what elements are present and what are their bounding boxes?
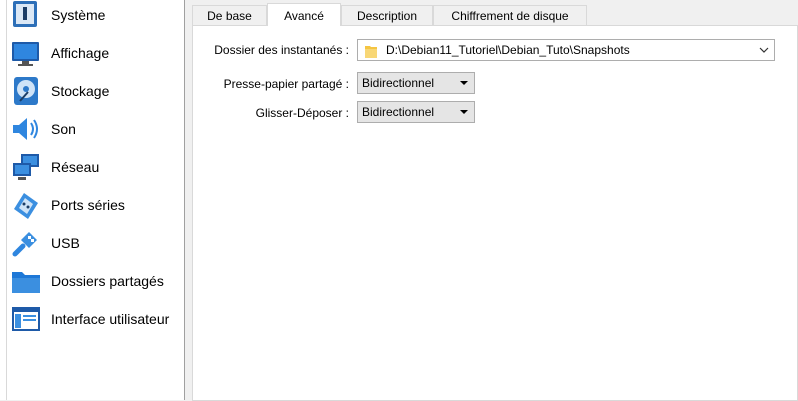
tab-label: Chiffrement de disque: [451, 9, 569, 23]
shared-clipboard-select[interactable]: Bidirectionnel: [357, 72, 475, 94]
sidebar-item-user-interface[interactable]: Interface utilisateur: [7, 300, 184, 338]
sidebar-item-label: Son: [51, 121, 76, 137]
tab-label: Avancé: [284, 9, 324, 23]
folder-icon: [365, 46, 377, 58]
sidebar-item-label: Réseau: [51, 159, 100, 175]
tab-label: Description: [356, 9, 418, 23]
sidebar-item-label: Interface utilisateur: [51, 311, 170, 327]
sidebar-item-label: Affichage: [51, 45, 110, 61]
drag-drop-value: Bidirectionnel: [362, 105, 435, 119]
sidebar-item-label: USB: [51, 235, 80, 251]
serial-ports-icon: [14, 193, 38, 219]
settings-content: De base Avancé Description Chiffrement d…: [192, 0, 798, 401]
sidebar-item-serial-ports[interactable]: Ports séries: [7, 186, 184, 224]
sidebar-item-label: Dossiers partagés: [51, 273, 164, 289]
sidebar-item-shared-folders[interactable]: Dossiers partagés: [7, 262, 184, 300]
sidebar-item-audio[interactable]: Son: [7, 110, 184, 148]
drag-drop-label: Glisser-Déposer :: [255, 106, 349, 120]
audio-icon: [13, 118, 38, 140]
drag-drop-select[interactable]: Bidirectionnel: [357, 101, 475, 123]
advanced-panel: Dossier des instantanés : D:\Debian11_Tu…: [192, 25, 798, 401]
display-icon: [12, 42, 39, 66]
tab-bar: De base Avancé Description Chiffrement d…: [192, 3, 798, 26]
user-interface-icon: [12, 307, 40, 331]
storage-icon: [14, 77, 38, 105]
tab-label: De base: [207, 9, 252, 23]
tab-description[interactable]: Description: [341, 5, 433, 25]
sidebar-item-label: Ports séries: [51, 197, 125, 213]
snapshot-folder-combo[interactable]: D:\Debian11_Tutoriel\Debian_Tuto\Snapsho…: [357, 39, 775, 61]
system-icon: [13, 1, 37, 27]
sidebar-item-label: Système: [51, 7, 106, 23]
sidebar-item-label: Stockage: [51, 83, 110, 99]
tab-advanced[interactable]: Avancé: [267, 3, 341, 26]
shared-folders-icon: [12, 272, 40, 293]
network-icon: [13, 154, 39, 180]
sidebar-item-storage[interactable]: Stockage: [7, 72, 184, 110]
settings-sidebar: Système Affichage Stockage Son Réseau Po…: [0, 0, 185, 400]
shared-clipboard-value: Bidirectionnel: [362, 76, 435, 90]
usb-icon: [12, 232, 37, 257]
shared-clipboard-label: Presse-papier partagé :: [223, 77, 349, 91]
tab-disk-encryption[interactable]: Chiffrement de disque: [433, 5, 587, 25]
sidebar-item-system[interactable]: Système: [7, 0, 184, 34]
sidebar-item-network[interactable]: Réseau: [7, 148, 184, 186]
chevron-down-icon[interactable]: [759, 45, 769, 55]
sidebar-item-usb[interactable]: USB: [7, 224, 184, 262]
snapshot-folder-label: Dossier des instantanés :: [214, 43, 349, 57]
tab-basic[interactable]: De base: [192, 5, 267, 25]
snapshot-folder-path: D:\Debian11_Tutoriel\Debian_Tuto\Snapsho…: [386, 43, 630, 57]
dropdown-arrow-icon: [460, 81, 468, 85]
sidebar-item-display[interactable]: Affichage: [7, 34, 184, 72]
dropdown-arrow-icon: [460, 110, 468, 114]
